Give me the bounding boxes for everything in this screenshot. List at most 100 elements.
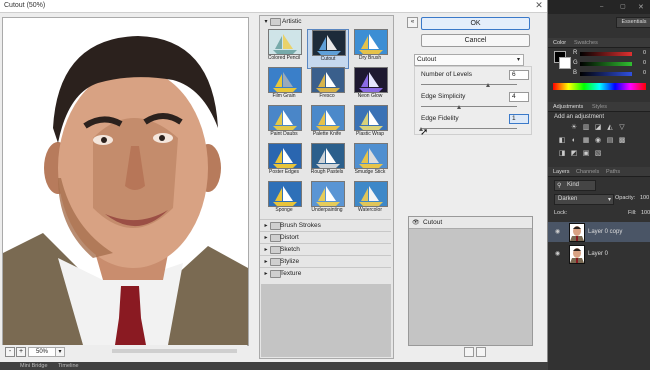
color-spectrum[interactable] [553, 83, 646, 90]
filter-thumbnail-film-grain[interactable]: Film Grain [264, 67, 304, 105]
filter-thumbnail-plastic-wrap[interactable]: Plastic Wrap [350, 105, 390, 143]
layer-row[interactable]: ◉ Layer 0 copy [548, 222, 650, 242]
category-label: Texture [280, 270, 302, 277]
filter-thumbnail-poster-edges[interactable]: Poster Edges [264, 143, 304, 181]
filter-thumbnail-rough-pastels[interactable]: Rough Pastels [307, 143, 347, 181]
adjustment-icons: ☀ ▥ ◪ ◭ ▽ ◧ ◐ ▦ ◉ ▤ ▩ ◨ ◩ ▣ ▧ [559, 124, 650, 162]
layer-filter-kind[interactable]: ⚲ Kind [554, 180, 596, 191]
param-slider-handle[interactable] [486, 83, 491, 87]
filter-thumbnail-dry-brush[interactable]: Dry Brush [350, 29, 390, 67]
dialog-titlebar[interactable]: Cutout (50%) ✕ [0, 0, 547, 13]
tab-mini-bridge[interactable]: Mini Bridge [20, 363, 48, 369]
tab-layers[interactable]: Layers [553, 169, 570, 175]
tab-styles[interactable]: Styles [592, 104, 607, 110]
channel-slider[interactable] [580, 62, 632, 66]
filter-thumbnail-cutout[interactable]: Cutout [307, 29, 349, 69]
posterize-icon[interactable]: ◩ [570, 150, 578, 158]
close-icon[interactable]: ✕ [638, 3, 644, 11]
balance-icon[interactable]: ◐ [570, 137, 578, 145]
filter-thumbnail-smudge-stick[interactable]: Smudge Stick [350, 143, 390, 181]
curves-icon[interactable]: ◪ [594, 124, 602, 132]
chevron-right-icon[interactable]: ▸ [262, 270, 270, 277]
chevron-down-icon[interactable]: ▾ [262, 18, 270, 25]
tab-paths[interactable]: Paths [606, 169, 620, 175]
param-slider-handle[interactable] [457, 105, 462, 109]
param-slider-track[interactable] [421, 84, 517, 85]
filter-thumbnail-palette-knife[interactable]: Palette Knife [307, 105, 347, 143]
vibrance-icon[interactable]: ▽ [618, 124, 626, 132]
thumbnail-image [268, 67, 302, 93]
opacity-value[interactable]: 100 [640, 195, 649, 201]
zoom-level[interactable]: 50% [28, 347, 56, 357]
filter-thumbnail-colored-pencil[interactable]: Colored Pencil [264, 29, 304, 67]
channel-value[interactable]: 0 [636, 50, 646, 56]
channel-value[interactable]: 0 [636, 60, 646, 66]
zoom-in-button[interactable]: + [16, 347, 26, 357]
chevron-right-icon[interactable]: ▸ [262, 246, 270, 253]
photo-filter-icon[interactable]: ◉ [594, 137, 602, 145]
category-artistic[interactable]: ▾ Artistic [260, 16, 393, 27]
eye-icon[interactable]: ◉ [555, 228, 560, 235]
horizontal-scrollbar[interactable] [112, 349, 237, 353]
tab-color[interactable]: Color [553, 40, 566, 46]
eye-icon[interactable]: 👁 [412, 219, 420, 226]
minimize-icon[interactable]: – [600, 4, 603, 10]
close-icon[interactable]: ✕ [532, 0, 546, 11]
lookup-icon[interactable]: ▩ [618, 137, 626, 145]
chevron-right-icon[interactable]: ▸ [262, 222, 270, 229]
delete-effect-layer-icon[interactable] [476, 347, 486, 357]
image-preview[interactable] [2, 17, 249, 346]
category-texture[interactable]: ▸ Texture [260, 267, 391, 279]
tab-adjustments[interactable]: Adjustments [553, 104, 583, 110]
fill-value[interactable]: 100 [641, 210, 650, 216]
category-sketch[interactable]: ▸ Sketch [260, 243, 391, 255]
layer-row[interactable]: ◉ Layer 0 [548, 244, 650, 264]
exposure-icon[interactable]: ◭ [606, 124, 614, 132]
ok-button[interactable]: OK [421, 17, 530, 30]
param-slider-track[interactable] [421, 106, 517, 107]
channel-mixer-icon[interactable]: ▤ [606, 137, 614, 145]
invert-icon[interactable]: ◨ [558, 150, 566, 158]
tab-channels[interactable]: Channels [576, 169, 599, 175]
blend-mode-select[interactable]: Darken ▾ [554, 194, 614, 205]
param-slider-track[interactable] [421, 128, 517, 129]
tab-swatches[interactable]: Swatches [574, 40, 598, 46]
category-brush-strokes[interactable]: ▸ Brush Strokes [260, 219, 391, 231]
workspace-essentials[interactable]: Essentials [616, 17, 650, 28]
levels-icon[interactable]: ▥ [582, 124, 590, 132]
channel-value[interactable]: 0 [636, 70, 646, 76]
category-stylize[interactable]: ▸ Stylize [260, 255, 391, 267]
filter-thumbnail-fresco[interactable]: Fresco [307, 67, 347, 105]
opacity-label: Opacity: [615, 195, 636, 201]
filter-thumbnail-neon-glow[interactable]: Neon Glow [350, 67, 390, 105]
filter-thumbnail-sponge[interactable]: Sponge [264, 181, 304, 219]
toggle-gallery-icon[interactable]: « [407, 17, 418, 28]
eye-icon[interactable]: ◉ [555, 250, 560, 257]
cancel-button[interactable]: Cancel [421, 34, 530, 47]
chevron-down-icon: ▾ [516, 57, 520, 63]
chevron-right-icon[interactable]: ▸ [262, 234, 270, 241]
param-value-input[interactable]: 4 [509, 92, 529, 102]
channel-slider[interactable] [580, 52, 632, 56]
chevron-down-icon[interactable]: ▾ [55, 347, 65, 357]
threshold-icon[interactable]: ▣ [582, 150, 590, 158]
param-value-input[interactable]: 6 [509, 70, 529, 80]
zoom-out-button[interactable]: - [5, 347, 15, 357]
brightness-icon[interactable]: ☀ [570, 124, 578, 132]
gradient-map-icon[interactable]: ▧ [594, 150, 602, 158]
filter-thumbnail-underpainting[interactable]: Underpainting [307, 181, 347, 219]
filter-select[interactable]: Cutout ▾ [414, 54, 524, 66]
tab-timeline[interactable]: Timeline [58, 363, 79, 369]
chevron-right-icon[interactable]: ▸ [262, 258, 270, 265]
category-distort[interactable]: ▸ Distort [260, 231, 391, 243]
layer-name: Layer 0 [588, 251, 609, 257]
filter-thumbnail-paint-daubs[interactable]: Paint Daubs [264, 105, 304, 143]
new-effect-layer-icon[interactable] [464, 347, 474, 357]
maximize-icon[interactable]: ▢ [620, 3, 626, 10]
channel-slider[interactable] [580, 72, 632, 76]
filter-thumbnail-watercolor[interactable]: Watercolor [350, 181, 390, 219]
effect-layer-row[interactable]: 👁 Cutout [409, 217, 532, 229]
bw-icon[interactable]: ▦ [582, 137, 590, 145]
param-value-input[interactable]: 1 [509, 114, 529, 124]
hue-icon[interactable]: ◧ [558, 137, 566, 145]
